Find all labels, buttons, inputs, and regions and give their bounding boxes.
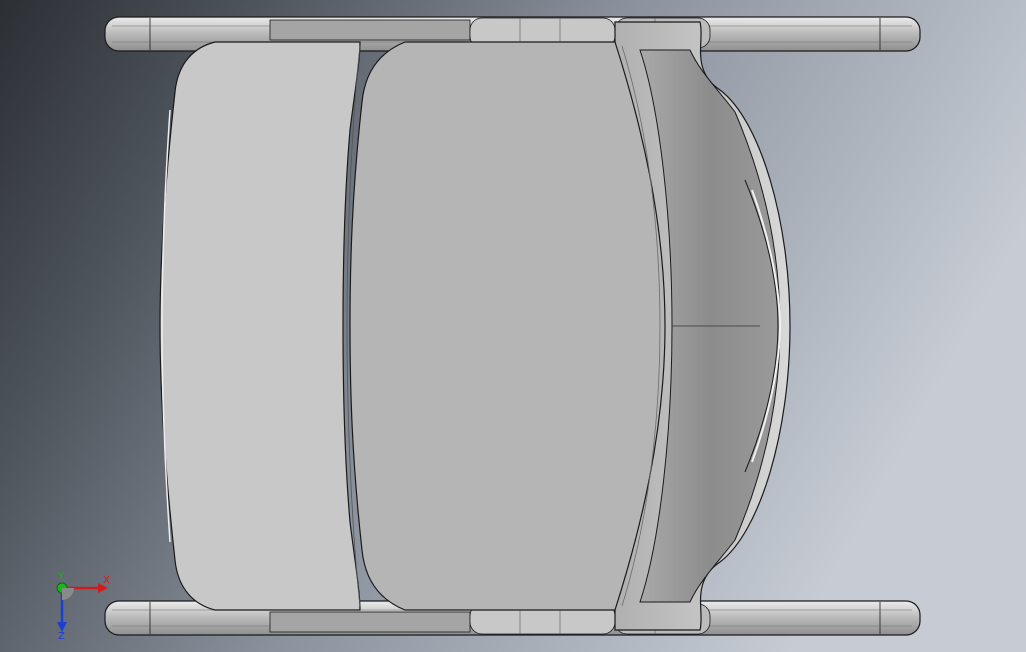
z-axis-label: Z xyxy=(58,631,65,640)
seat-panel-rear[interactable] xyxy=(349,41,666,611)
model-canvas[interactable] xyxy=(0,0,1026,652)
triad-base-arc xyxy=(62,588,74,600)
3d-viewport[interactable]: X Y Z xyxy=(0,0,1026,652)
orientation-triad[interactable]: X Y Z xyxy=(40,570,130,640)
y-axis-label: Y xyxy=(57,571,65,582)
x-axis-label: X xyxy=(103,575,110,586)
seat-panel-front[interactable] xyxy=(159,41,361,611)
